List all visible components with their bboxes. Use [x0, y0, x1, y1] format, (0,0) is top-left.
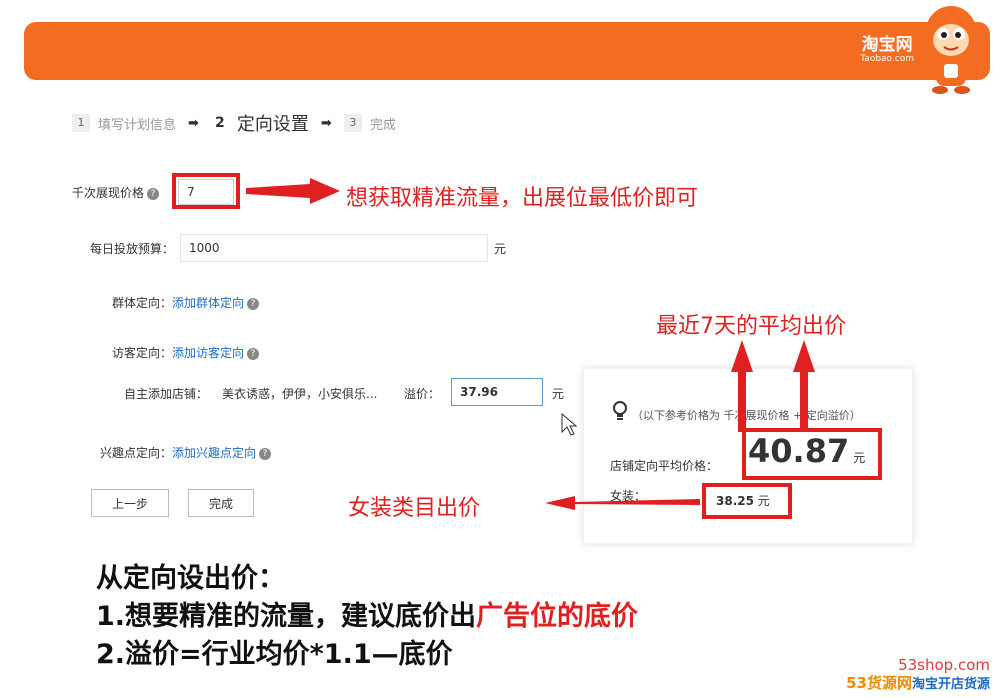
arrow-left-icon: [545, 496, 700, 510]
summary-line-2-text: 1.想要精准的流量，建议底价出: [96, 601, 477, 632]
watermark-slogan: 淘宝开店货源: [911, 677, 990, 692]
arrow-right-icon: [246, 178, 340, 204]
arrow-up-icon: [793, 340, 815, 432]
annotation-7day-average: 最近7天的平均出价: [656, 314, 846, 339]
watermark-brand-line: 53货源网淘宝开店货源: [846, 672, 990, 693]
mouse-cursor-icon: [561, 412, 578, 436]
annotation-lowest-price: 想获取精准流量，出展位最低价即可: [346, 186, 699, 211]
summary-line-3: 2.溢价=行业均价*1.1—底价: [96, 639, 453, 670]
summary-line-1: 从定向设出价：: [96, 563, 285, 594]
summary-line-2: 1.想要精准的流量，建议底价出广告位的底价: [96, 594, 638, 633]
summary-line-2-highlight: 广告位的底价: [476, 601, 639, 632]
watermark-brand: 53货源网: [846, 674, 912, 692]
annotation-women-category: 女装类目出价: [348, 496, 481, 521]
arrow-up-icon: [731, 340, 753, 432]
